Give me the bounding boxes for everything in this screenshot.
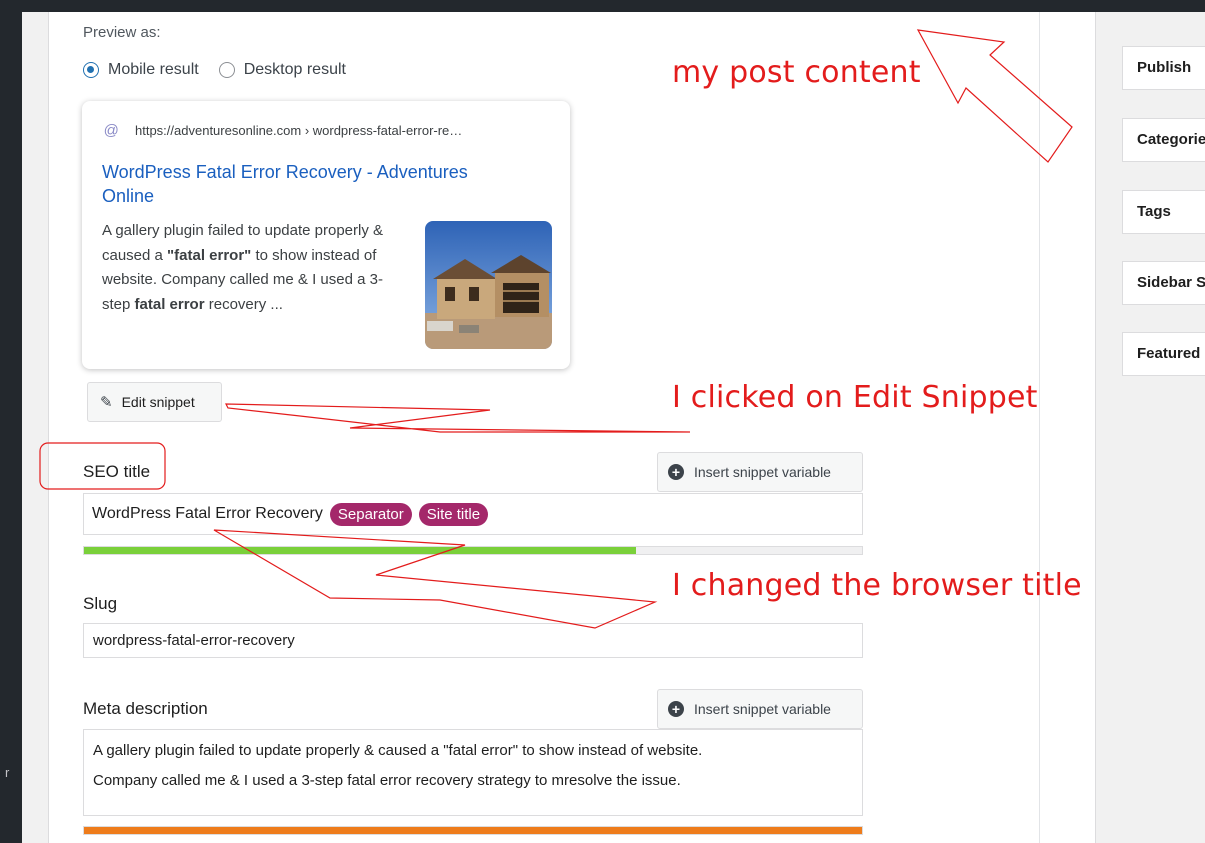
edit-snippet-label: Edit snippet: [121, 394, 195, 410]
insert-variable-label: Insert snippet variable: [694, 464, 831, 480]
plus-circle-icon: +: [668, 464, 684, 480]
site-favicon-icon: @: [103, 122, 119, 139]
sidebar-panel-featured-image[interactable]: Featured image: [1122, 332, 1205, 376]
sidebar-panel-publish[interactable]: Publish: [1122, 46, 1205, 90]
mobile-result-label[interactable]: Mobile result: [108, 61, 199, 79]
window-frame-top: [0, 0, 1205, 12]
insert-variable-label: Insert snippet variable: [694, 701, 831, 717]
meta-description-label: Meta description: [83, 699, 208, 718]
snippet-description: A gallery plugin failed to update proper…: [102, 219, 402, 317]
seo-title-insert-variable-button[interactable]: + Insert snippet variable: [657, 452, 863, 492]
seo-title-progress-fill: [84, 547, 637, 554]
meta-description-textarea[interactable]: A gallery plugin failed to update proper…: [83, 729, 863, 816]
annotation-text-post-content: my post content: [672, 55, 921, 90]
seo-title-input[interactable]: WordPress Fatal Error Recovery Separator…: [83, 493, 863, 535]
meta-description-line: A gallery plugin failed to update proper…: [93, 742, 703, 759]
editor-right-gap: [1040, 12, 1095, 843]
snippet-thumbnail-image: [425, 221, 552, 349]
seo-title-length-progress: [83, 546, 863, 555]
pencil-icon: ✎: [100, 394, 113, 411]
meta-description-length-progress: [83, 826, 863, 835]
desc-bold: "fatal error": [167, 246, 252, 264]
snippet-url: https://adventuresonline.com › wordpress…: [135, 123, 463, 138]
plus-circle-icon: +: [668, 701, 684, 717]
desc-bold: fatal error: [134, 295, 205, 313]
preview-mode-radio-group: Mobile result Desktop result: [83, 59, 366, 81]
annotation-text-browser-title: I changed the browser title: [672, 568, 1082, 603]
gutter-glyph: r: [5, 765, 10, 780]
desc-text: recovery ...: [204, 295, 283, 313]
preview-as-label: Preview as:: [83, 24, 161, 41]
sidebar-panel-tags[interactable]: Tags: [1122, 190, 1205, 234]
snippet-title-link[interactable]: WordPress Fatal Error Recovery - Adventu…: [102, 160, 522, 208]
meta-description-progress-fill: [84, 827, 862, 834]
admin-left-gutter: [22, 12, 49, 843]
site-title-variable-pill[interactable]: Site title: [418, 502, 489, 526]
sidebar-panel-label: Categories: [1137, 131, 1205, 148]
seo-title-text: WordPress Fatal Error Recovery: [92, 505, 323, 522]
desktop-result-radio[interactable]: [218, 62, 235, 78]
sidebar-panel-label: Tags: [1137, 203, 1171, 220]
google-snippet-preview-card: @ https://adventuresonline.com › wordpre…: [82, 101, 570, 369]
mobile-result-radio[interactable]: [83, 62, 99, 78]
sidebar-panel-categories[interactable]: Categories: [1122, 118, 1205, 162]
seo-title-label: SEO title: [83, 462, 151, 481]
slug-label: Slug: [83, 594, 118, 613]
sidebar-panel-label: Publish: [1137, 59, 1192, 76]
sidebar-panel-sidebar-settings[interactable]: Sidebar Settings: [1122, 261, 1205, 305]
meta-description-insert-variable-button[interactable]: + Insert snippet variable: [657, 689, 863, 729]
window-frame-left: [0, 0, 22, 843]
slug-input[interactable]: wordpress-fatal-error-recovery: [83, 623, 863, 658]
sidebar-panel-label: Featured image: [1137, 345, 1205, 362]
edit-snippet-button[interactable]: ✎ Edit snippet: [87, 382, 222, 422]
meta-description-line: Company called me & I used a 3-step fata…: [93, 772, 681, 789]
separator-variable-pill[interactable]: Separator: [329, 502, 412, 526]
settings-sidebar: Publish Categories Tags Sidebar Settings…: [1095, 12, 1205, 843]
desktop-result-label[interactable]: Desktop result: [244, 61, 346, 79]
annotation-text-edit-snippet: I clicked on Edit Snippet: [672, 380, 1038, 415]
sidebar-panel-label: Sidebar Settings: [1137, 274, 1205, 291]
